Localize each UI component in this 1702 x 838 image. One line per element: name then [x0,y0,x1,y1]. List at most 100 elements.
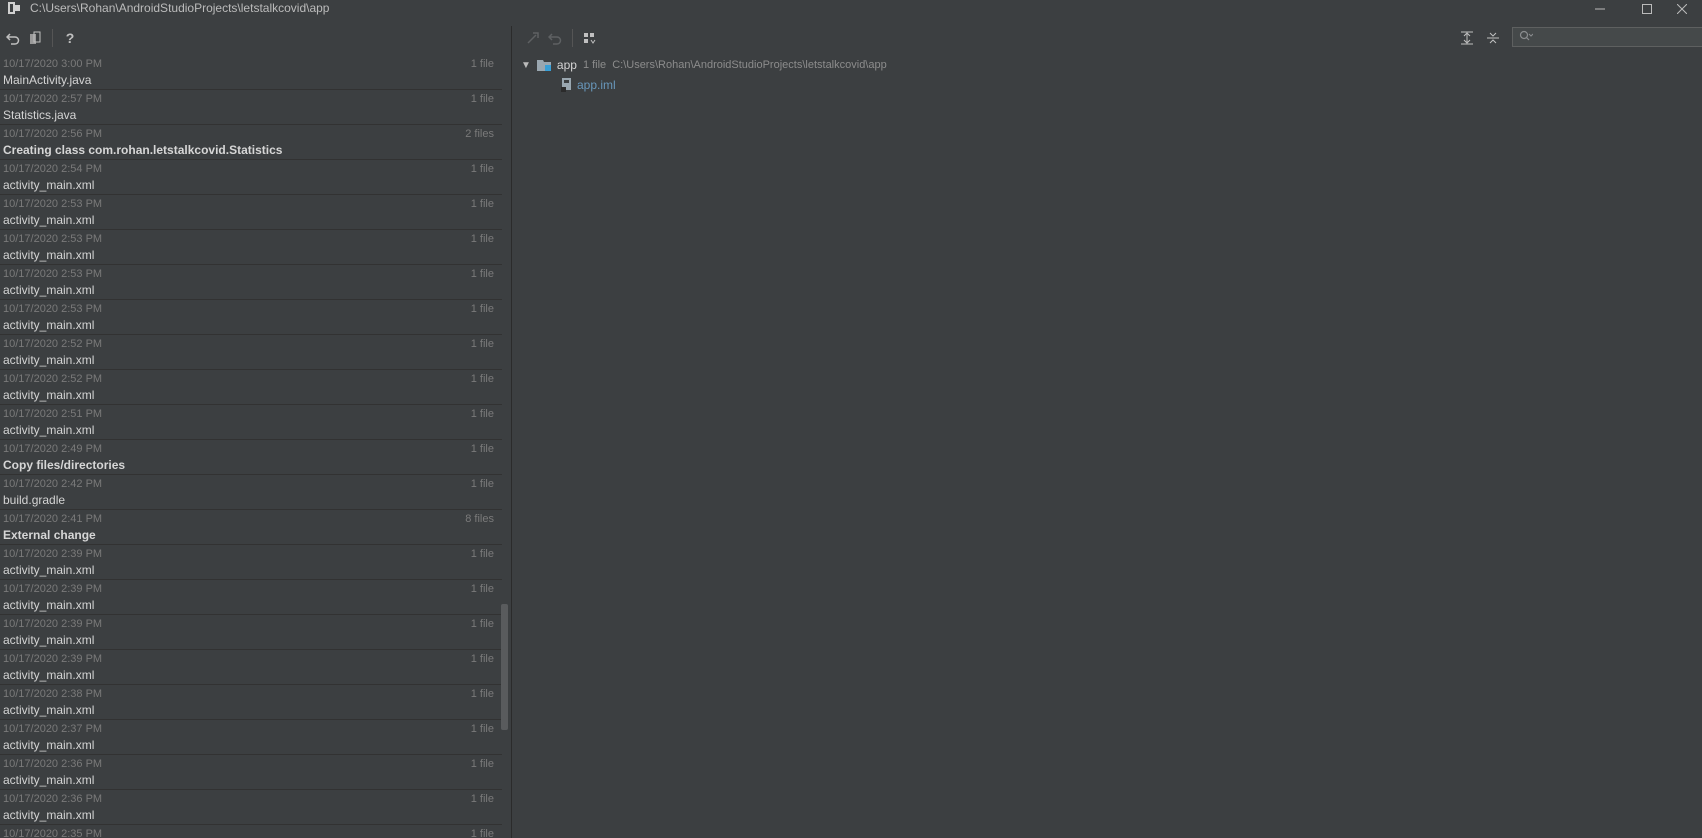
tree-root-path: C:\Users\Rohan\AndroidStudioProjects\let… [612,59,887,71]
history-row-label: activity_main.xml [3,178,95,192]
history-row[interactable]: 10/17/2020 2:38 PM 1 file activity_main.xm… [0,685,502,720]
history-toolbar: ? [2,26,81,50]
history-row-file-count: 1 file [470,793,494,805]
history-row-file-count: 1 file [470,443,494,455]
history-row[interactable]: 10/17/2020 2:53 PM 1 file activity_main.xm… [0,300,502,335]
history-row-date: 10/17/2020 2:57 PM [3,93,103,105]
history-row[interactable]: 10/17/2020 2:35 PM 1 file [0,825,502,838]
history-row-date: 10/17/2020 2:39 PM [3,583,103,595]
history-row-file-count: 1 file [470,653,494,665]
title-bar: C:\Users\Rohan\AndroidStudioProjects\let… [0,0,1702,18]
expand-triangle-icon[interactable]: ▼ [521,60,531,71]
history-row[interactable]: 10/17/2020 2:49 PM 1 file Copy files/direc… [0,440,502,475]
history-row-label: activity_main.xml [3,283,95,297]
toolbar-separator [572,29,573,47]
help-icon[interactable]: ? [59,27,81,49]
history-scrollbar[interactable] [501,604,508,730]
history-row-label: activity_main.xml [3,388,95,402]
history-row[interactable]: 10/17/2020 2:41 PM 8 files External change [0,510,502,545]
history-row-date: 10/17/2020 2:51 PM [3,408,103,420]
close-icon[interactable] [1662,0,1702,18]
android-studio-icon [8,2,20,14]
history-row-label: activity_main.xml [3,633,95,647]
history-row[interactable]: 10/17/2020 2:57 PM 1 file Statistics.java [0,90,502,125]
history-row-date: 10/17/2020 2:37 PM [3,723,103,735]
iml-file-icon [561,78,573,92]
create-patch-icon[interactable] [522,27,544,49]
expand-all-icon[interactable] [1456,27,1478,49]
history-row-label: activity_main.xml [3,703,95,717]
history-row-date: 10/17/2020 2:53 PM [3,198,103,210]
history-row-date: 10/17/2020 2:35 PM [3,828,103,838]
history-row-label: activity_main.xml [3,423,95,437]
tree-root-name: app [556,58,577,72]
history-row-file-count: 1 file [470,548,494,560]
history-row-date: 10/17/2020 2:38 PM [3,688,103,700]
history-row-file-count: 1 file [470,198,494,210]
tree-root-node[interactable]: ▼ app 1 file C:\Users\Rohan\AndroidStudi… [521,56,887,74]
history-row-file-count: 1 file [470,268,494,280]
history-row[interactable]: 10/17/2020 2:51 PM 1 file activity_main.xm… [0,405,502,440]
history-row[interactable]: 10/17/2020 2:39 PM 1 file activity_main.xm… [0,545,502,580]
search-icon [1519,30,1534,45]
history-row-file-count: 1 file [470,303,494,315]
group-by-icon[interactable] [579,27,601,49]
history-row-label: activity_main.xml [3,318,95,332]
help-label: ? [65,30,75,46]
history-row[interactable]: 10/17/2020 2:42 PM 1 file build.gradle [0,475,502,510]
history-row-file-count: 1 file [470,583,494,595]
history-row-label: activity_main.xml [3,563,95,577]
history-row-label: Creating class com.rohan.letstalkcovid.S… [3,143,283,157]
history-row-file-count: 1 file [470,58,494,70]
changes-toolbar [522,26,601,50]
panel-splitter[interactable] [511,26,520,838]
history-row[interactable]: 10/17/2020 2:56 PM 2 files Creating class … [0,125,502,160]
history-row[interactable]: 10/17/2020 2:39 PM 1 file activity_main.xm… [0,580,502,615]
history-row-file-count: 1 file [470,408,494,420]
window-title: C:\Users\Rohan\AndroidStudioProjects\let… [30,1,330,15]
history-row[interactable]: 10/17/2020 2:36 PM 1 file activity_main.xm… [0,790,502,825]
history-row[interactable]: 10/17/2020 2:36 PM 1 file activity_main.xm… [0,755,502,790]
history-row-date: 10/17/2020 2:53 PM [3,233,103,245]
history-row-label: activity_main.xml [3,353,95,367]
history-row-date: 10/17/2020 2:53 PM [3,268,103,280]
history-row-file-count: 1 file [470,758,494,770]
history-row-file-count: 1 file [470,338,494,350]
history-row[interactable]: 10/17/2020 2:52 PM 1 file activity_main.xm… [0,370,502,405]
history-row[interactable]: 10/17/2020 2:53 PM 1 file activity_main.xm… [0,230,502,265]
history-row[interactable]: 10/17/2020 2:39 PM 1 file activity_main.xm… [0,615,502,650]
history-row-date: 10/17/2020 2:39 PM [3,618,103,630]
history-row[interactable]: 10/17/2020 3:00 PM 1 file MainActivity.jav… [0,55,502,90]
folder-icon [536,59,553,71]
collapse-all-icon[interactable] [1482,27,1504,49]
history-row-file-count: 1 file [470,688,494,700]
history-row-file-count: 2 files [465,128,494,140]
history-row-date: 10/17/2020 2:53 PM [3,303,103,315]
history-row[interactable]: 10/17/2020 2:53 PM 1 file activity_main.xm… [0,195,502,230]
search-input[interactable] [1512,27,1702,47]
history-row[interactable]: 10/17/2020 2:53 PM 1 file activity_main.xm… [0,265,502,300]
revert-selected-icon[interactable] [544,27,566,49]
history-row-label: MainActivity.java [3,73,92,87]
history-row-file-count: 1 file [470,478,494,490]
revert-icon[interactable] [2,27,24,49]
history-row-file-count: 1 file [470,723,494,735]
history-row-date: 10/17/2020 2:54 PM [3,163,103,175]
history-row[interactable]: 10/17/2020 2:39 PM 1 file activity_main.xm… [0,650,502,685]
history-row-label: activity_main.xml [3,773,95,787]
history-row[interactable]: 10/17/2020 2:52 PM 1 file activity_main.xm… [0,335,502,370]
tree-file-node[interactable]: app.iml [561,76,616,94]
local-history-list[interactable]: 10/17/2020 3:00 PM 1 file MainActivity.jav… [0,55,502,838]
history-row[interactable]: 10/17/2020 2:37 PM 1 file activity_main.xm… [0,720,502,755]
history-row-date: 10/17/2020 2:52 PM [3,373,103,385]
history-row-label: Copy files/directories [3,458,126,472]
tree-root-count: 1 file [582,59,607,71]
history-row-label: activity_main.xml [3,213,95,227]
toolbar-separator [52,29,53,47]
history-row-file-count: 1 file [470,233,494,245]
history-row-file-count: 1 file [470,373,494,385]
maximize-icon[interactable] [1627,0,1667,18]
history-row[interactable]: 10/17/2020 2:54 PM 1 file activity_main.xm… [0,160,502,195]
minimize-icon[interactable] [1580,0,1620,18]
diff-icon[interactable] [24,27,46,49]
